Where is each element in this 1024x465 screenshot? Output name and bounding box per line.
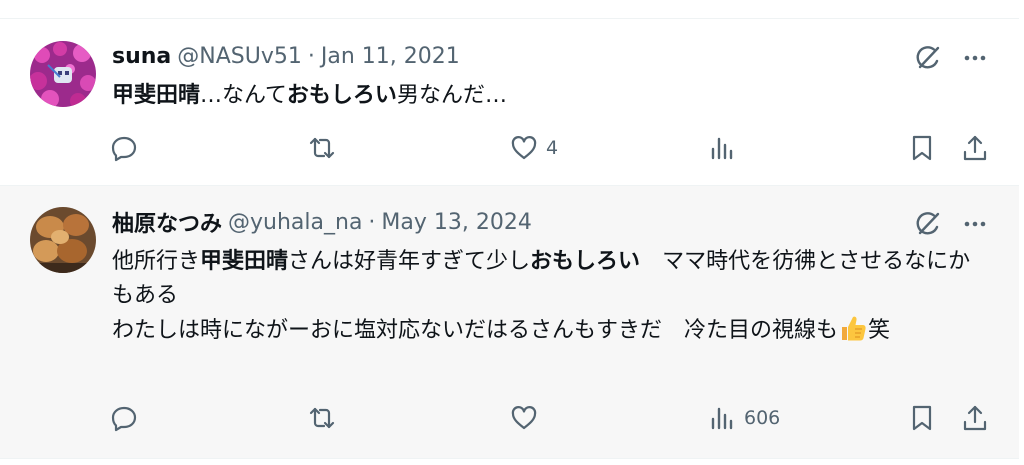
more-options-icon[interactable] [960, 209, 990, 239]
tweet-text: 他所行き甲斐田晴さんは好青年すぎて少しおもしろい ママ時代を彷彿とさせるなにかも… [112, 249, 971, 343]
timestamp[interactable]: Jan 11, 2021 [321, 44, 460, 69]
retweet-icon [309, 407, 335, 429]
timestamp[interactable]: May 13, 2024 [381, 210, 531, 235]
reply-button[interactable] [110, 401, 138, 435]
analytics-icon [711, 407, 733, 430]
share-button[interactable] [961, 131, 989, 165]
action-bar: 4 [110, 131, 995, 165]
analytics-icon [711, 137, 733, 160]
user-handle[interactable]: @NASUv51 [177, 44, 302, 69]
tweet-2[interactable]: 柚原なつみ @yuhala_na · May 13, 2024 他所行き甲斐田晴… [0, 186, 1019, 459]
share-button[interactable] [961, 401, 989, 435]
more-options-icon[interactable] [960, 43, 990, 73]
tweet-1[interactable]: suna @NASUv51 · Jan 11, 2021 甲斐田晴…なんておもし… [0, 20, 1019, 186]
display-name[interactable]: 柚原なつみ [112, 206, 222, 238]
heart-icon [511, 406, 537, 430]
action-bar: 606 [110, 401, 995, 435]
views-button[interactable]: 606 [708, 401, 780, 435]
bookmark-icon [912, 405, 932, 431]
retweet-icon [309, 137, 335, 159]
display-name[interactable]: suna [112, 44, 171, 69]
separator-dot: · [368, 209, 376, 235]
scroll-edge [1019, 0, 1024, 465]
grok-icon[interactable] [913, 209, 943, 239]
retweet-button[interactable] [308, 131, 336, 165]
like-button[interactable] [510, 401, 538, 435]
bookmark-icon [912, 135, 932, 161]
top-divider [0, 18, 1019, 19]
grok-icon[interactable] [913, 43, 943, 73]
next-tweet-edge [0, 459, 1019, 465]
like-button[interactable]: 4 [510, 131, 558, 165]
views-count: 606 [744, 407, 781, 429]
bookmark-button[interactable] [908, 401, 936, 435]
reply-icon [111, 136, 137, 162]
avatar[interactable] [30, 41, 96, 107]
like-count: 4 [546, 137, 559, 159]
avatar[interactable] [30, 207, 96, 273]
reply-button[interactable] [110, 131, 138, 165]
heart-icon [511, 136, 537, 160]
retweet-button[interactable] [308, 401, 336, 435]
separator-dot: · [307, 43, 315, 69]
bookmark-button[interactable] [908, 131, 936, 165]
user-handle[interactable]: @yuhala_na [228, 210, 362, 235]
tweet-text: 甲斐田晴…なんておもしろい男なんだ… [112, 83, 507, 108]
tweet-header: suna @NASUv51 · Jan 11, 2021 [112, 41, 460, 71]
share-icon [963, 405, 987, 431]
views-button[interactable] [708, 131, 736, 165]
share-icon [963, 135, 987, 161]
thumbs-up-emoji [838, 313, 868, 343]
tweet-header: 柚原なつみ @yuhala_na · May 13, 2024 [112, 206, 532, 238]
reply-icon [111, 406, 137, 432]
